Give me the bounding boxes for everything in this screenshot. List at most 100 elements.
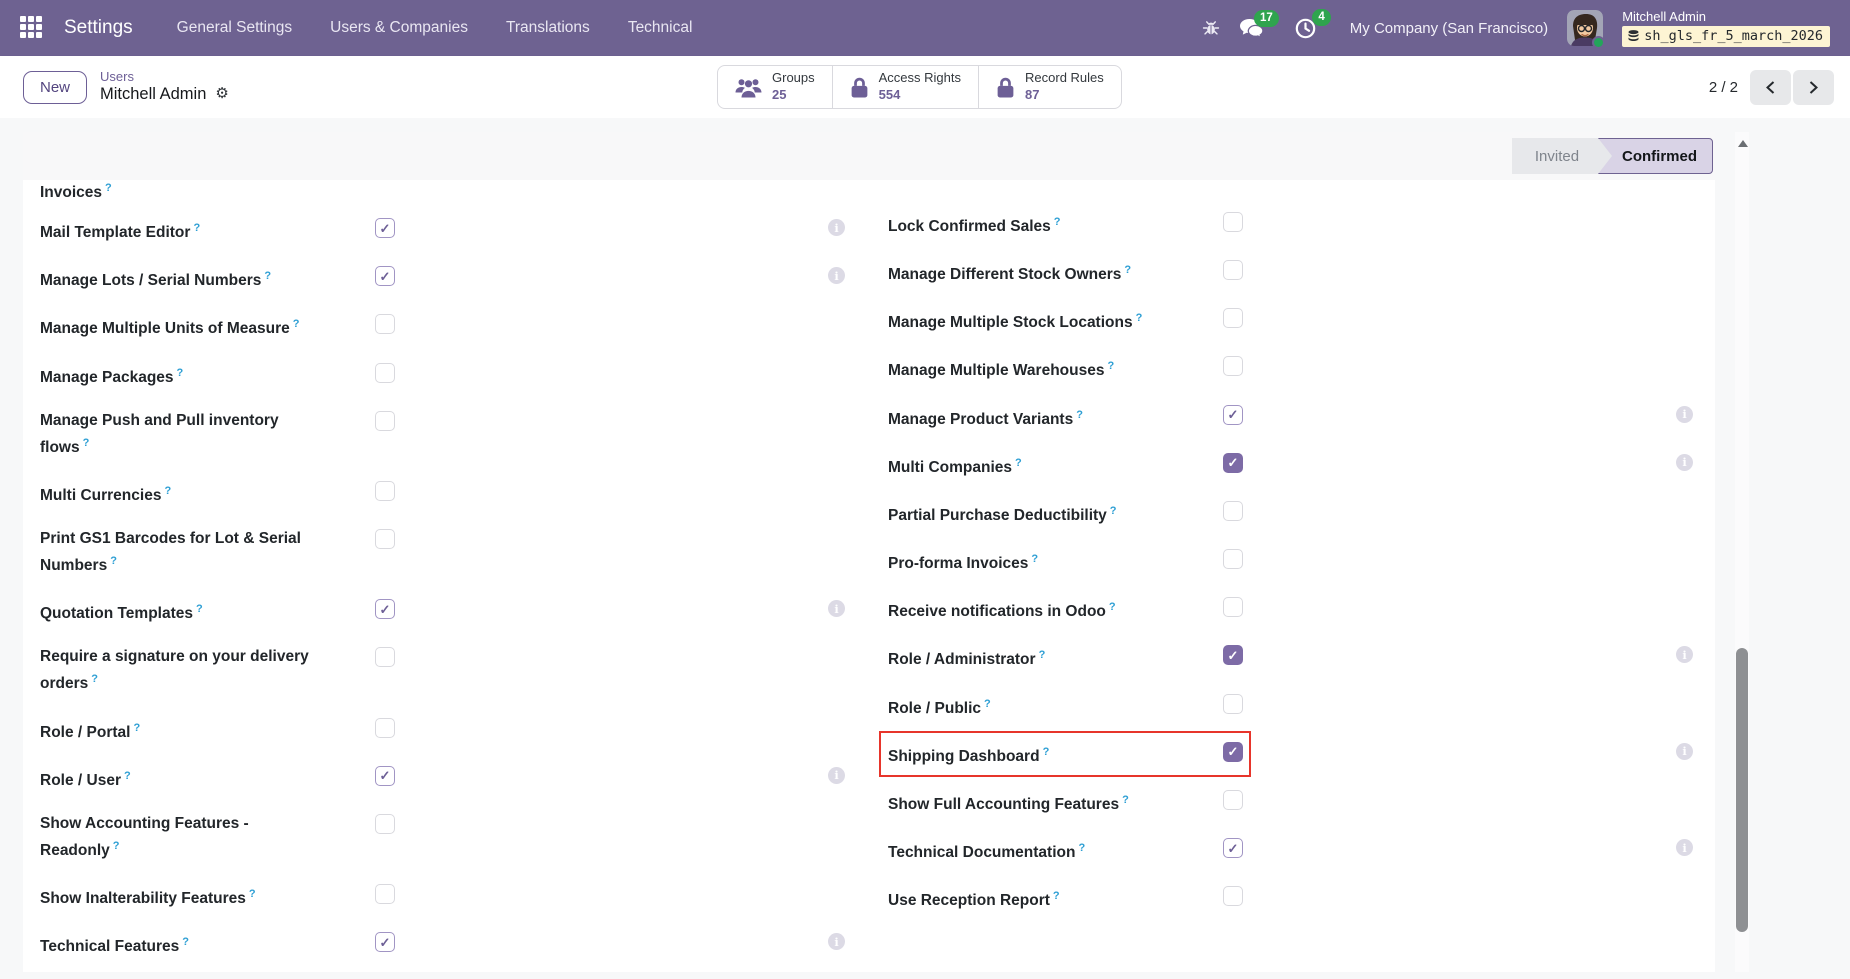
help-icon[interactable]: ? xyxy=(177,367,184,379)
checkbox[interactable]: ✓ xyxy=(375,218,395,238)
record-rules-stat-button[interactable]: Record Rules 87 xyxy=(978,66,1121,108)
user-menu[interactable]: Mitchell Admin sh_gls_fr_5_march_2026 xyxy=(1622,9,1830,48)
help-icon[interactable]: ? xyxy=(83,437,90,449)
help-icon[interactable]: ? xyxy=(196,603,203,615)
checkbox[interactable] xyxy=(1223,886,1243,906)
scrollbar-up-arrow-icon[interactable] xyxy=(1738,140,1748,147)
info-icon[interactable]: i xyxy=(1676,839,1693,856)
help-icon[interactable]: ? xyxy=(1136,312,1143,324)
info-icon[interactable]: i xyxy=(828,219,845,236)
setting-label: Print GS1 Barcodes for Lot & Serial Numb… xyxy=(40,528,375,577)
checkbox[interactable]: ✓ xyxy=(1223,405,1243,425)
checkbox[interactable] xyxy=(1223,356,1243,376)
app-name[interactable]: Settings xyxy=(64,17,133,39)
help-icon[interactable]: ? xyxy=(1043,746,1050,758)
menu-general-settings[interactable]: General Settings xyxy=(177,19,292,37)
info-icon[interactable]: i xyxy=(828,600,845,617)
checkbox[interactable] xyxy=(375,718,395,738)
gear-icon[interactable]: ⚙ xyxy=(215,85,228,104)
help-icon[interactable]: ? xyxy=(110,555,117,567)
checkbox[interactable] xyxy=(1223,308,1243,328)
help-icon[interactable]: ? xyxy=(1039,649,1046,661)
checkbox[interactable] xyxy=(1223,549,1243,569)
apps-menu-icon[interactable] xyxy=(20,16,44,40)
activities-count-badge: 4 xyxy=(1312,9,1330,27)
checkbox[interactable]: ✓ xyxy=(1223,645,1243,665)
help-icon[interactable]: ? xyxy=(164,485,171,497)
breadcrumb-parent-link[interactable]: Users xyxy=(100,69,229,85)
groups-stat-button[interactable]: Groups 25 xyxy=(718,66,832,108)
info-icon[interactable]: i xyxy=(1676,406,1693,423)
checkbox[interactable] xyxy=(375,647,395,667)
help-icon[interactable]: ? xyxy=(113,840,120,852)
checkbox[interactable] xyxy=(1223,212,1243,232)
info-icon[interactable]: i xyxy=(1676,743,1693,760)
stat-label: Access Rights xyxy=(879,70,961,87)
new-button[interactable]: New xyxy=(23,71,87,104)
checkbox[interactable] xyxy=(375,481,395,501)
help-icon[interactable]: ? xyxy=(1122,794,1129,806)
checkbox[interactable]: ✓ xyxy=(1223,453,1243,473)
help-icon[interactable]: ? xyxy=(1124,264,1131,276)
help-icon[interactable]: ? xyxy=(133,722,140,734)
checkbox[interactable]: ✓ xyxy=(1223,838,1243,858)
help-icon[interactable]: ? xyxy=(182,936,189,948)
help-icon[interactable]: ? xyxy=(1015,457,1022,469)
pager-next-button[interactable] xyxy=(1793,70,1834,105)
checkbox[interactable]: ✓ xyxy=(375,766,395,786)
setting-row: Manage Multiple Stock Locations? xyxy=(888,307,1693,334)
help-icon[interactable]: ? xyxy=(1107,360,1114,372)
help-icon[interactable]: ? xyxy=(105,182,112,194)
info-icon[interactable]: i xyxy=(828,767,845,784)
checkbox[interactable] xyxy=(375,884,395,904)
checkbox[interactable]: ✓ xyxy=(375,932,395,952)
menu-technical[interactable]: Technical xyxy=(628,19,693,37)
help-icon[interactable]: ? xyxy=(984,698,991,710)
help-icon[interactable]: ? xyxy=(249,888,256,900)
avatar[interactable] xyxy=(1567,10,1603,46)
status-step-invited[interactable]: Invited xyxy=(1512,138,1612,174)
help-icon[interactable]: ? xyxy=(1110,505,1117,517)
checkbox[interactable] xyxy=(1223,790,1243,810)
help-icon[interactable]: ? xyxy=(124,770,131,782)
info-icon[interactable]: i xyxy=(1676,454,1693,471)
help-icon[interactable]: ? xyxy=(1053,890,1060,902)
company-switcher[interactable]: My Company (San Francisco) xyxy=(1350,20,1548,37)
checkbox[interactable] xyxy=(375,814,395,834)
activities-clock-icon[interactable]: 4 xyxy=(1294,17,1317,40)
checkbox[interactable] xyxy=(375,363,395,383)
help-icon[interactable]: ? xyxy=(193,222,200,234)
help-icon[interactable]: ? xyxy=(1109,601,1116,613)
pager-count: 2 / 2 xyxy=(1709,79,1738,96)
scrollbar-thumb[interactable] xyxy=(1736,648,1748,932)
checkbox[interactable] xyxy=(375,529,395,549)
help-icon[interactable]: ? xyxy=(1031,553,1038,565)
help-icon[interactable]: ? xyxy=(1054,216,1061,228)
pager-previous-button[interactable] xyxy=(1750,70,1791,105)
help-icon[interactable]: ? xyxy=(1076,409,1083,421)
help-icon[interactable]: ? xyxy=(293,318,300,330)
checkbox[interactable] xyxy=(1223,260,1243,280)
info-icon[interactable]: i xyxy=(1676,646,1693,663)
info-icon[interactable]: i xyxy=(828,267,845,284)
checkbox[interactable] xyxy=(375,314,395,334)
menu-translations[interactable]: Translations xyxy=(506,19,590,37)
help-icon[interactable]: ? xyxy=(264,270,271,282)
help-icon[interactable]: ? xyxy=(1078,842,1085,854)
checkbox[interactable]: ✓ xyxy=(375,599,395,619)
debug-bug-icon[interactable] xyxy=(1202,19,1220,37)
checkbox[interactable] xyxy=(375,411,395,431)
info-icon[interactable]: i xyxy=(828,933,845,950)
stat-label: Record Rules xyxy=(1025,70,1104,87)
checkbox[interactable]: ✓ xyxy=(375,266,395,286)
messages-icon[interactable]: 17 xyxy=(1239,18,1265,39)
checkbox[interactable]: ✓ xyxy=(1223,742,1243,762)
setting-row: Manage Push and Pull inventory flows? xyxy=(40,410,845,459)
access-rights-stat-button[interactable]: Access Rights 554 xyxy=(832,66,978,108)
checkbox[interactable] xyxy=(1223,597,1243,617)
checkbox[interactable] xyxy=(1223,501,1243,521)
checkbox[interactable] xyxy=(1223,694,1243,714)
setting-label: Show Full Accounting Features? xyxy=(888,789,1223,816)
help-icon[interactable]: ? xyxy=(91,673,98,685)
menu-users-companies[interactable]: Users & Companies xyxy=(330,19,468,37)
